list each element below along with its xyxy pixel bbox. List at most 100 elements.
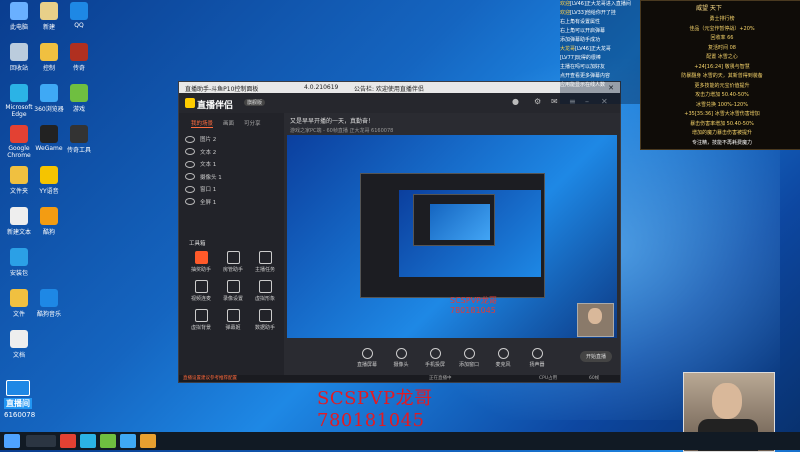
- preview-watermark-name: SCSPVP龙哥: [450, 296, 497, 305]
- tool-icon: [258, 251, 272, 264]
- control-button[interactable]: 直播屏幕: [353, 347, 381, 368]
- control-button[interactable]: 手机投屏: [421, 347, 449, 368]
- desktop-icon[interactable]: 360浏览器: [32, 84, 66, 113]
- settings-icon[interactable]: ⚙: [534, 97, 541, 106]
- board-line: 配置 冰雪之心: [706, 54, 738, 60]
- control-icon: [463, 347, 475, 359]
- board-line: +24[16:24] 敬畏与智慧: [694, 63, 750, 70]
- browser-icon[interactable]: [120, 434, 136, 448]
- desktop-icon-label: WeGame: [35, 145, 63, 152]
- desktop-icon[interactable]: 游戏: [62, 84, 96, 113]
- avatar[interactable]: ●: [512, 97, 519, 106]
- control-icon: [361, 347, 373, 359]
- eye-icon[interactable]: [185, 173, 195, 181]
- webcam-face: [712, 383, 742, 419]
- scene-item[interactable]: 摄像头 1: [185, 171, 280, 184]
- scene-item[interactable]: 窗口 1: [185, 183, 280, 196]
- desktop-icon[interactable]: WeGame: [32, 125, 66, 152]
- desktop-icon-label: 新建: [42, 24, 55, 31]
- desktop-icon[interactable]: QQ: [62, 2, 96, 29]
- eye-icon[interactable]: [185, 135, 195, 143]
- desktop-icon[interactable]: 传奇工具: [62, 125, 96, 154]
- control-button[interactable]: 麦克风: [489, 347, 517, 368]
- scene-item[interactable]: 文本 1: [185, 158, 280, 171]
- desktop-icon[interactable]: 文件: [2, 289, 36, 318]
- chat-message: 大龙哥[LV46]正大龙哥: [560, 45, 650, 54]
- toolbox-item[interactable]: 虚拟背景: [185, 309, 217, 331]
- scene-item[interactable]: 文本 2: [185, 146, 280, 159]
- toolbox-item[interactable]: 房管助手: [217, 251, 249, 273]
- toolbox-item-label: 抽奖助手: [190, 267, 211, 273]
- eye-icon[interactable]: [185, 185, 195, 193]
- chrome-icon[interactable]: [60, 434, 76, 448]
- search-box[interactable]: [26, 435, 56, 447]
- desktop-icon[interactable]: 酷狗音乐: [32, 289, 66, 318]
- control-button[interactable]: 添加窗口: [455, 347, 483, 368]
- tab-my-scenes[interactable]: 我的场景: [191, 119, 214, 128]
- toolbox-item[interactable]: 弹幕姬: [217, 309, 249, 331]
- control-button[interactable]: 摄像头: [387, 347, 415, 368]
- toolbox-item[interactable]: 录像设置: [217, 280, 249, 302]
- mail-icon[interactable]: ✉: [551, 97, 558, 106]
- board-lines: 勇士排行榜 佳品（元宝作暂停战）+20% 回收率 66 复活时间 08 配置 冰雪之心 +…: [647, 15, 797, 148]
- edge-icon[interactable]: [80, 434, 96, 448]
- app-header: 直播伴侣 旗舰版 ● ⚙ ✉ ≡ – ✕: [179, 93, 620, 113]
- desktop-icon[interactable]: Microsoft Edge: [2, 84, 36, 118]
- start-live-button[interactable]: 开始直播: [579, 351, 612, 362]
- live-preview[interactable]: SCSPVP龙哥 780181045: [287, 135, 617, 338]
- desktop-icon-label: 此电脑: [9, 24, 28, 31]
- desktop-icon[interactable]: 此电脑: [2, 2, 36, 31]
- live-streaming-app-window[interactable]: 直播助手-斗鱼P10控制面板 4.0.210619 公告栏: 欢迎使用直播伴侣 …: [178, 81, 621, 383]
- desktop-icon-image: [40, 207, 58, 225]
- desktop-icon[interactable]: 安装包: [2, 248, 36, 277]
- eye-icon[interactable]: [185, 148, 195, 156]
- desktop-icon-label: 文档: [12, 352, 25, 359]
- toolbox-item[interactable]: 视频连麦: [185, 280, 217, 302]
- toolbox-item-label: 录像设置: [222, 296, 243, 302]
- tab-share[interactable]: 可分享: [244, 119, 261, 128]
- status-cpu: CPU占用: [539, 376, 558, 381]
- desktop-icon-image: [10, 207, 28, 225]
- control-label: 添加窗口: [458, 361, 479, 368]
- stage-greeting: 又是早早开播的一天，真勤奋！: [290, 118, 375, 125]
- chat-text: 主播在吗可以加好友: [560, 64, 606, 70]
- scene-item[interactable]: 全屏 1: [185, 196, 280, 209]
- desktop-icon[interactable]: 新建: [32, 2, 66, 31]
- toolbox-item[interactable]: 数据助手: [249, 309, 281, 331]
- desktop-icon-image: [10, 2, 28, 20]
- chat-overlay: 欢迎[LV46]正大龙哥进入直播间 欢迎[LV33]他给你开了挂 右上角有设置属性右…: [560, 0, 650, 104]
- control-button[interactable]: 扬声器: [523, 347, 551, 368]
- desktop-icon[interactable]: 酷狗: [32, 207, 66, 236]
- desktop-icon[interactable]: Google Chrome: [2, 125, 36, 159]
- control-icon: [429, 347, 441, 359]
- desktop-icon[interactable]: 文件夹: [2, 166, 36, 195]
- status-warning[interactable]: 直播设置建议参考推荐配置: [183, 375, 237, 381]
- toolbox-item-label: 房管助手: [222, 267, 243, 273]
- desktop-icon-image: [70, 2, 88, 20]
- app-icon[interactable]: [140, 434, 156, 448]
- desktop-icon[interactable]: YY语音: [32, 166, 66, 195]
- desktop-icon[interactable]: 回收站: [2, 43, 36, 72]
- scene-item-label: 摄像头 1: [200, 174, 222, 181]
- scene-item-label: 文本 1: [200, 162, 217, 169]
- platform-logo-icon: [6, 380, 30, 396]
- desktop-icon-label: 酷狗音乐: [36, 311, 61, 318]
- start-icon[interactable]: [4, 434, 20, 448]
- eye-icon[interactable]: [185, 198, 195, 206]
- eye-icon[interactable]: [185, 160, 195, 168]
- desktop-icon[interactable]: 文档: [2, 330, 36, 359]
- chat-text: 右上角有设置属性: [560, 19, 601, 25]
- desktop-icon[interactable]: 新建文本: [2, 207, 36, 236]
- toolbox-item[interactable]: 主播任务: [249, 251, 281, 273]
- scene-item[interactable]: 图片 2: [185, 133, 280, 146]
- toolbox-item[interactable]: 抽奖助手: [185, 251, 217, 273]
- wechat-icon[interactable]: [100, 434, 116, 448]
- version-badge[interactable]: 旗舰版: [244, 99, 266, 106]
- tab-canvas[interactable]: 画面: [223, 119, 234, 128]
- board-line: 防暴翻身 冰雪的天，其新曾得到装备: [681, 73, 763, 79]
- toolbox-item[interactable]: 虚拟形象: [249, 280, 281, 302]
- desktop-icon[interactable]: 传奇: [62, 43, 96, 72]
- desktop-icon[interactable]: 控制: [32, 43, 66, 72]
- scene-item-label: 文本 2: [200, 149, 217, 156]
- desktop-icon-image: [10, 248, 28, 266]
